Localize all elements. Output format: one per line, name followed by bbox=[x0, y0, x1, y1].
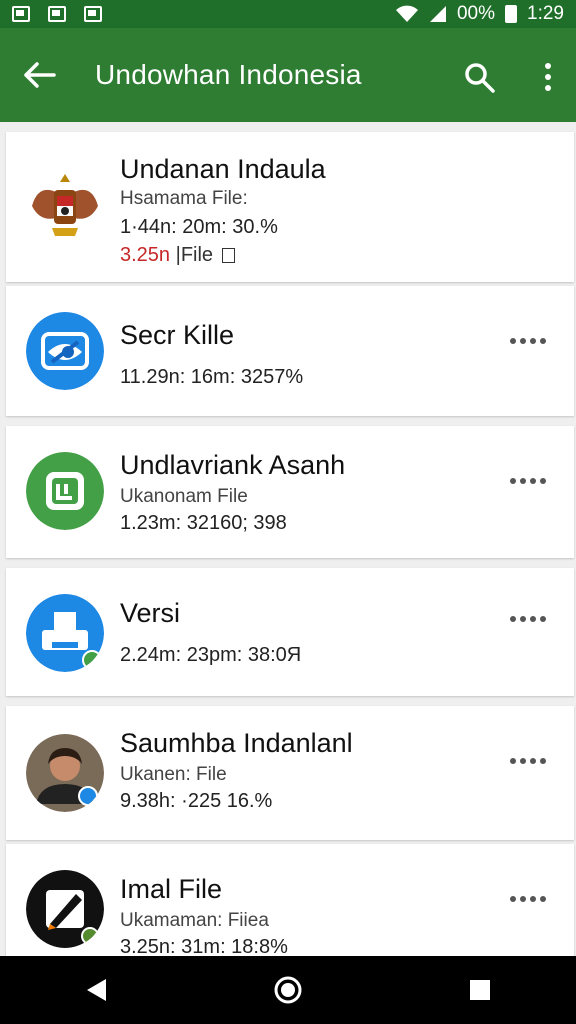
page-title: Undowhan Indonesia bbox=[95, 59, 362, 90]
person-photo-avatar bbox=[26, 734, 104, 812]
item-more-button[interactable] bbox=[510, 756, 554, 766]
dot-icon bbox=[530, 338, 536, 344]
dot-icon bbox=[510, 478, 516, 484]
more-options-icon[interactable] bbox=[538, 60, 558, 94]
dot-icon bbox=[540, 338, 546, 344]
item-name: Secr Kille bbox=[120, 320, 235, 350]
list-item[interactable]: Versi 2.24m: 23pm: 38:0Я bbox=[6, 568, 574, 696]
green-document-icon bbox=[26, 452, 104, 530]
gallery-notification-icon bbox=[48, 6, 66, 22]
dot-icon bbox=[520, 478, 526, 484]
dot-icon bbox=[510, 338, 516, 344]
file-list: Undanan Indaula Hsamama File: 1·44n: 20m… bbox=[0, 122, 576, 956]
dot-icon bbox=[540, 616, 546, 622]
dot-icon bbox=[530, 616, 536, 622]
item-size: 3.25n bbox=[120, 244, 171, 266]
system-navigation-bar bbox=[0, 956, 576, 1024]
dot-icon bbox=[510, 896, 516, 902]
dot-icon bbox=[540, 478, 546, 484]
wifi-icon bbox=[395, 5, 418, 22]
item-file-tag: |File bbox=[175, 244, 214, 266]
circle-home-icon bbox=[274, 976, 302, 1004]
notification-icons bbox=[12, 6, 102, 22]
item-name: Saumhba Indanlanl bbox=[120, 728, 353, 758]
item-subtitle: Hsamama File: bbox=[120, 188, 248, 209]
nav-back-button[interactable] bbox=[76, 970, 116, 1010]
item-name: Undlavriank Asanh bbox=[120, 450, 346, 480]
battery-icon bbox=[505, 5, 518, 23]
list-item[interactable]: Undanan Indaula Hsamama File: 1·44n: 20m… bbox=[6, 132, 574, 282]
blue-eye-share-icon bbox=[26, 312, 104, 390]
list-item[interactable]: Undlavriank Asanh Ukanonam File 1.23m: 3… bbox=[6, 426, 574, 558]
item-meta: 2.24m: 23pm: 38:0Я bbox=[120, 644, 302, 666]
dot-icon bbox=[510, 758, 516, 764]
item-name: Versi bbox=[120, 598, 181, 628]
item-more-button[interactable] bbox=[510, 476, 554, 486]
item-subtitle: Ukanonam File bbox=[120, 486, 248, 507]
app-bar: Undowhan Indonesia bbox=[0, 28, 576, 122]
image-notification-icon bbox=[12, 6, 30, 22]
dot-icon bbox=[530, 478, 536, 484]
item-name: Undanan Indaula bbox=[120, 154, 326, 184]
dot-icon bbox=[530, 758, 536, 764]
list-item[interactable]: Saumhba Indanlanl Ukanen: File 9.38h: ·2… bbox=[6, 706, 574, 840]
dot-icon bbox=[540, 758, 546, 764]
file-box-icon bbox=[221, 248, 235, 263]
list-item[interactable]: Secr Kille 11.29n: 16m: 3257% bbox=[6, 286, 574, 416]
item-more-button[interactable] bbox=[510, 336, 554, 346]
item-size-row: 3.25n |File bbox=[120, 244, 235, 267]
dot-icon bbox=[530, 896, 536, 902]
item-meta: 1·44n: 20m: 30.% bbox=[120, 216, 278, 238]
signal-icon bbox=[429, 6, 446, 22]
dot-icon bbox=[540, 896, 546, 902]
triangle-back-icon bbox=[87, 979, 106, 1001]
dot-icon bbox=[520, 896, 526, 902]
item-meta: 9.38h: ·225 16.% bbox=[120, 790, 273, 812]
list-item[interactable]: Imal File Ukamaman: Fiiea 3.25n: 31m: 18… bbox=[6, 844, 574, 956]
blue-printer-icon bbox=[26, 594, 104, 672]
app-notification-icon bbox=[84, 6, 102, 22]
item-name: Imal File bbox=[120, 874, 223, 904]
back-arrow-icon[interactable] bbox=[22, 60, 58, 90]
item-subtitle: Ukanen: File bbox=[120, 764, 227, 785]
dot-icon bbox=[510, 616, 516, 622]
item-subtitle: Ukamaman: Fiiea bbox=[120, 910, 269, 931]
garuda-emblem-icon bbox=[32, 174, 98, 236]
item-meta: 11.29n: 16m: 3257% bbox=[120, 366, 304, 388]
square-recents-icon bbox=[470, 980, 490, 1000]
item-more-button[interactable] bbox=[510, 614, 554, 624]
dot-icon bbox=[520, 616, 526, 622]
item-meta: 3.25n: 31m: 18:8% bbox=[120, 936, 288, 956]
black-pencil-icon bbox=[26, 870, 104, 948]
status-bar: 00% 1:29 bbox=[0, 0, 576, 28]
dot-icon bbox=[520, 758, 526, 764]
battery-percent: 00% bbox=[456, 3, 496, 24]
clock: 1:29 bbox=[527, 3, 564, 24]
nav-home-button[interactable] bbox=[268, 970, 308, 1010]
system-status: 00% 1:29 bbox=[395, 3, 564, 25]
search-icon[interactable] bbox=[462, 60, 496, 94]
nav-recents-button[interactable] bbox=[460, 970, 500, 1010]
dot-icon bbox=[520, 338, 526, 344]
item-meta: 1.23m: 32160; 398 bbox=[120, 512, 287, 534]
item-more-button[interactable] bbox=[510, 894, 554, 904]
